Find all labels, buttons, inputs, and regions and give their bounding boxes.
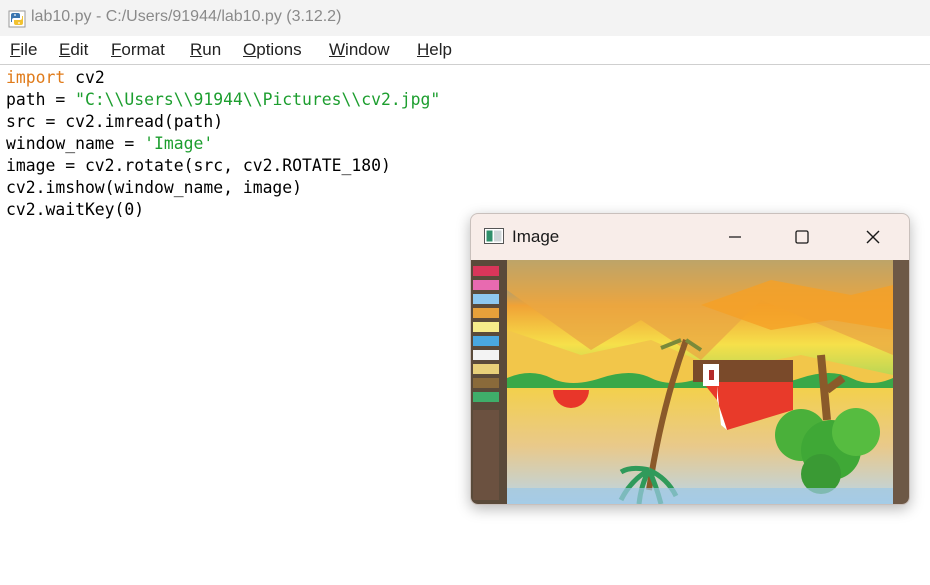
code-token: path = [6, 90, 76, 109]
code-line[interactable]: image = cv2.rotate(src, cv2.ROTATE_180) [6, 156, 391, 175]
code-line[interactable]: path = "C:\\Users\\91944\\Pictures\\cv2.… [6, 90, 440, 109]
code-line[interactable]: import cv2 [6, 68, 105, 87]
menu-options[interactable]: Options [243, 40, 302, 60]
code-line[interactable]: src = cv2.imread(path) [6, 112, 223, 131]
menu-run[interactable]: Run [190, 40, 221, 60]
image-window[interactable]: Image [470, 213, 910, 505]
code-line[interactable]: window_name = 'Image' [6, 134, 213, 153]
code-string: 'Image' [144, 134, 214, 153]
maximize-button[interactable] [782, 222, 822, 252]
minimize-button[interactable] [715, 222, 755, 252]
menu-edit[interactable]: Edit [59, 40, 88, 60]
code-line[interactable]: cv2.imshow(window_name, image) [6, 178, 302, 197]
opencv-window-icon [484, 228, 504, 244]
code-token: src = cv2.imread(path) [6, 112, 224, 131]
image-window-titlebar[interactable]: Image [471, 214, 909, 260]
menu-file[interactable]: File [10, 40, 37, 60]
menu-help[interactable]: Help [417, 40, 452, 60]
code-keyword: import [6, 68, 66, 87]
menubar: File Edit Format Run Options Window Help [0, 36, 930, 65]
code-text[interactable]: import cv2 path = "C:\\Users\\91944\\Pic… [6, 67, 440, 221]
code-token: window_name = [6, 134, 145, 153]
displayed-image [471, 260, 909, 504]
code-token: cv2 [65, 68, 105, 87]
code-token: cv2.waitKey(0) [6, 200, 145, 219]
code-token: cv2.imshow(window_name, image) [6, 178, 303, 197]
menu-window[interactable]: Window [329, 40, 389, 60]
close-icon [866, 230, 880, 244]
menu-format[interactable]: Format [111, 40, 165, 60]
minimize-icon [729, 236, 741, 238]
editor-titlebar: lab10.py - C:/Users/91944/lab10.py (3.12… [0, 0, 930, 36]
maximize-icon [795, 230, 809, 244]
code-line[interactable]: cv2.waitKey(0) [6, 200, 144, 219]
close-button[interactable] [853, 222, 893, 252]
code-string: "C:\\Users\\91944\\Pictures\\cv2.jpg" [75, 90, 441, 109]
python-file-icon [8, 10, 26, 28]
window-title: lab10.py - C:/Users/91944/lab10.py (3.12… [31, 8, 342, 25]
image-window-title: Image [512, 227, 560, 246]
code-token: image = cv2.rotate(src, cv2.ROTATE_180) [6, 156, 391, 175]
